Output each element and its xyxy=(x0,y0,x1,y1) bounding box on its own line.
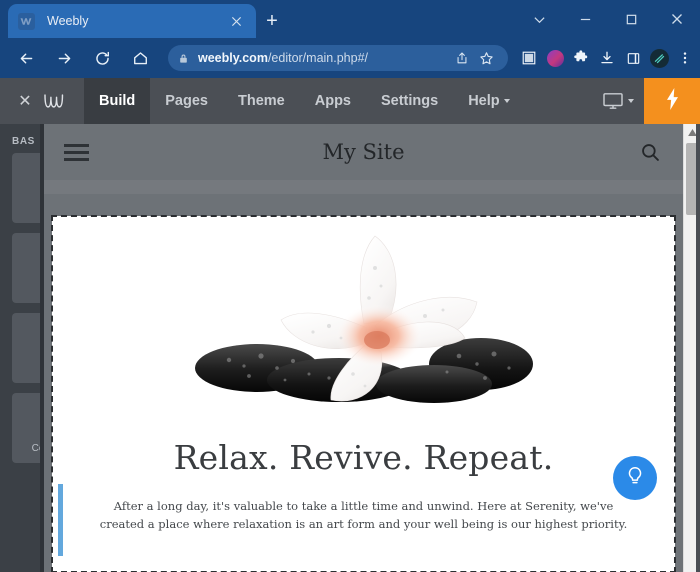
page-headline[interactable]: Relax. Revive. Repeat. xyxy=(52,438,675,477)
tab-title: Weebly xyxy=(47,14,89,28)
weebly-nav-theme[interactable]: Theme xyxy=(223,78,300,124)
profile-avatar-icon[interactable] xyxy=(646,43,672,73)
element-card[interactable] xyxy=(12,153,40,223)
site-title[interactable]: My Site xyxy=(44,140,683,164)
plumeria-flower-stones-illustration xyxy=(194,235,533,403)
weebly-nav-apps[interactable]: Apps xyxy=(300,78,366,124)
url-domain: weebly.com xyxy=(198,51,268,65)
weebly-favicon-icon xyxy=(18,12,35,30)
weebly-nav-theme-label: Theme xyxy=(237,93,285,109)
lightbulb-icon xyxy=(624,465,646,492)
weebly-logo[interactable] xyxy=(38,78,72,124)
publish-button[interactable] xyxy=(644,78,700,124)
puzzle-extensions-icon[interactable] xyxy=(568,43,594,73)
browser-toolbar: weebly.com/editor/main.php#/ xyxy=(0,38,700,78)
editor-body: BAS Co My Site xyxy=(0,124,700,572)
reload-button[interactable] xyxy=(86,42,118,74)
lock-icon xyxy=(178,53,189,64)
page-drop-area[interactable]: Relax. Revive. Repeat. After a long day,… xyxy=(51,215,676,572)
element-panel: BAS Co xyxy=(0,124,40,572)
element-card-label: Co xyxy=(31,443,40,454)
address-bar[interactable]: weebly.com/editor/main.php#/ xyxy=(168,45,508,71)
weebly-nav-build-label: Build xyxy=(99,93,136,109)
weebly-nav-settings-label: Settings xyxy=(380,93,439,109)
tips-lightbulb-button[interactable] xyxy=(613,456,657,500)
weebly-nav: Build Pages Theme Apps Settings Help xyxy=(84,78,525,124)
address-bar-url: weebly.com/editor/main.php#/ xyxy=(198,51,450,65)
weebly-nav-help-label: Help xyxy=(468,93,500,109)
element-card[interactable] xyxy=(12,313,40,383)
weebly-nav-pages[interactable]: Pages xyxy=(150,78,223,124)
drop-position-indicator xyxy=(58,484,63,556)
share-icon[interactable] xyxy=(450,46,474,70)
lightning-bolt-icon xyxy=(665,87,680,115)
search-icon[interactable] xyxy=(640,142,661,163)
window-controls xyxy=(516,0,700,38)
scrollbar-outer-edge xyxy=(696,124,700,572)
downloads-icon[interactable] xyxy=(594,43,620,73)
site-subbar xyxy=(44,180,683,194)
page-body-copy[interactable]: After a long day, it's valuable to take … xyxy=(96,498,631,534)
browser-title-bar: Weebly + xyxy=(0,0,700,38)
weebly-nav-build[interactable]: Build xyxy=(84,78,151,124)
element-panel-section-basic: BAS xyxy=(12,136,35,147)
new-tab-button[interactable]: + xyxy=(258,8,286,34)
chevron-down-icon xyxy=(503,99,510,103)
hero-image[interactable] xyxy=(52,220,675,435)
element-card[interactable] xyxy=(12,233,40,303)
editor-close-button[interactable]: ✕ xyxy=(12,78,38,124)
minimize-icon[interactable] xyxy=(562,0,608,38)
color-extension-icon[interactable] xyxy=(542,43,568,73)
maximize-icon[interactable] xyxy=(608,0,654,38)
browser-window: Weebly + weebly.com/editor/main.php#/ ✕ … xyxy=(0,0,700,572)
device-preview-button[interactable] xyxy=(592,78,644,124)
back-button[interactable] xyxy=(10,42,42,74)
chrome-menu-icon[interactable] xyxy=(672,43,698,73)
tab-search-chevron-down-icon[interactable] xyxy=(516,0,562,38)
device-chevron-down-icon xyxy=(628,99,634,103)
element-card[interactable]: Co xyxy=(12,393,40,463)
weebly-toolbar: ✕ Build Pages Theme Apps Settings Help xyxy=(0,78,700,124)
weebly-nav-apps-label: Apps xyxy=(314,93,351,109)
side-panel-icon[interactable] xyxy=(620,43,646,73)
tab-close-icon[interactable] xyxy=(226,11,246,31)
site-canvas: My Site Relax. Revive. Repeat. After a l… xyxy=(44,124,683,572)
weebly-nav-pages-label: Pages xyxy=(165,93,208,109)
weebly-nav-help[interactable]: Help xyxy=(453,78,524,124)
close-window-icon[interactable] xyxy=(654,0,700,38)
screenshot-extension-icon[interactable] xyxy=(516,43,542,73)
url-path: /editor/main.php#/ xyxy=(267,51,368,65)
forward-button[interactable] xyxy=(48,42,80,74)
browser-tab-weebly[interactable]: Weebly xyxy=(8,4,256,38)
site-header: My Site xyxy=(44,124,683,180)
home-button[interactable] xyxy=(124,42,156,74)
bookmark-star-icon[interactable] xyxy=(474,46,498,70)
weebly-nav-settings[interactable]: Settings xyxy=(366,78,453,124)
